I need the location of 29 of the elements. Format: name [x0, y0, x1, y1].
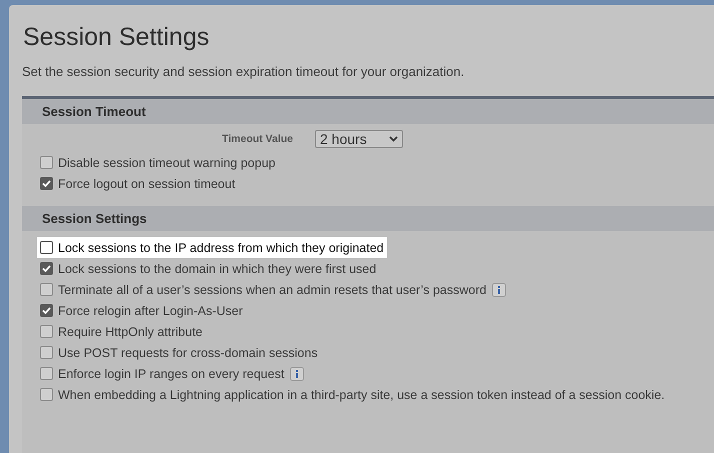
option-label: Require HttpOnly attribute — [58, 324, 203, 338]
option-label: Disable session timeout warning popup — [58, 156, 276, 170]
section-header: Session Settings — [22, 206, 714, 231]
section-header: Session Timeout — [22, 99, 714, 124]
option-label: Enforce login IP ranges on every request — [58, 366, 284, 380]
option-label: Lock sessions to the domain in which they were first used — [58, 262, 376, 276]
checkbox[interactable] — [40, 388, 53, 401]
checkbox[interactable] — [40, 346, 53, 359]
option-label: Force logout on session timeout — [58, 176, 236, 190]
option-label: When embedding a Lightning application in a third-party site, use a session token instead of a session cookie. — [58, 388, 665, 402]
checkbox[interactable] — [40, 262, 53, 275]
checkbox[interactable] — [40, 177, 53, 190]
info-icon[interactable] — [492, 282, 506, 296]
checkbox[interactable] — [40, 156, 53, 169]
page-title: Session Settings — [23, 23, 210, 52]
option-label: Force relogin after Login-As-User — [58, 304, 243, 318]
timeout-select[interactable]: 2 hours — [315, 130, 403, 148]
page-description: Set the session security and session expiration timeout for your organization. — [22, 64, 466, 79]
option-label: Terminate all of a user’s sessions when an admin resets that user’s password — [58, 282, 486, 296]
checkbox[interactable] — [40, 304, 53, 317]
checkbox[interactable] — [40, 241, 53, 254]
option-label: Lock sessions to the IP address from which they originated — [58, 240, 384, 254]
checkbox[interactable] — [40, 325, 53, 338]
info-icon[interactable] — [290, 366, 304, 380]
caret-icon — [389, 136, 398, 142]
option-label: Use POST requests for cross-domain sessions — [58, 346, 318, 360]
checkbox[interactable] — [40, 283, 53, 296]
timeout-label: Timeout Value — [222, 133, 293, 145]
checkbox[interactable] — [40, 367, 53, 380]
